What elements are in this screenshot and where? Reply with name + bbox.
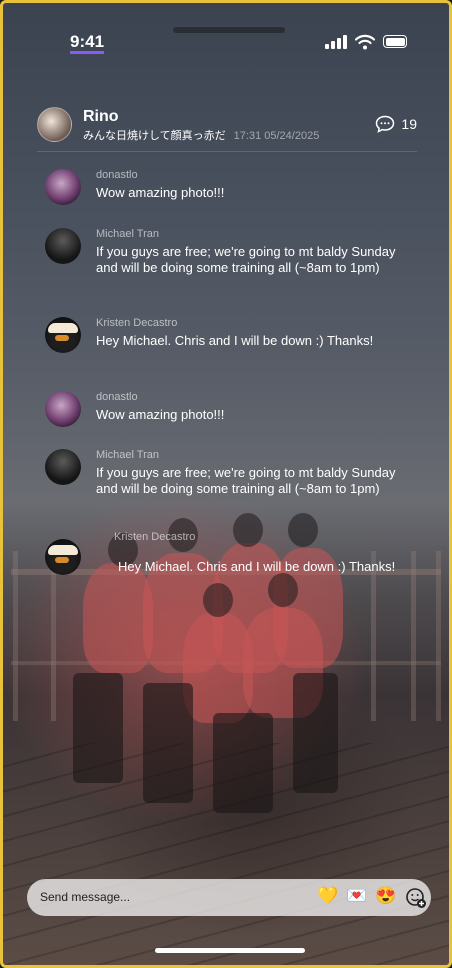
commenter-name[interactable]: Michael Tran	[96, 228, 159, 240]
comments-button[interactable]: 19	[375, 115, 417, 133]
commenter-avatar[interactable]	[45, 391, 81, 427]
heart-reaction-icon[interactable]: 💛	[317, 886, 338, 906]
comment-text: Hey Michael. Chris and I will be down :)…	[118, 559, 396, 574]
love-letter-reaction-icon[interactable]: 💌	[346, 886, 367, 906]
message-composer: Send message... 💛 💌 😍	[27, 879, 431, 916]
commenter-avatar[interactable]	[45, 449, 81, 485]
post-caption-line: みんな日焼けして顔真っ赤だ 17:31 05/24/2025	[83, 127, 319, 143]
home-indicator[interactable]	[155, 948, 305, 953]
commenter-name[interactable]: Kristen Decastro	[114, 531, 195, 543]
heart-eyes-reaction-icon[interactable]: 😍	[375, 886, 396, 906]
commenter-name[interactable]: donastlo	[96, 391, 138, 403]
comment-text: If you guys are free; we're going to mt …	[96, 465, 396, 496]
commenter-avatar[interactable]	[45, 228, 81, 264]
message-input[interactable]: Send message...	[40, 890, 130, 904]
commenter-name[interactable]: Michael Tran	[96, 449, 159, 461]
author-avatar[interactable]	[37, 107, 72, 142]
comment-text: Wow amazing photo!!!	[96, 185, 225, 200]
battery-icon	[383, 35, 407, 48]
wifi-icon	[355, 34, 375, 50]
commenter-avatar[interactable]	[45, 169, 81, 205]
commenter-avatar[interactable]	[45, 539, 81, 575]
signal-icon	[325, 35, 349, 49]
comment-text: Wow amazing photo!!!	[96, 407, 225, 422]
comment-count: 19	[401, 116, 417, 132]
post-caption: みんな日焼けして顔真っ赤だ	[83, 130, 226, 142]
author-name[interactable]: Rino	[83, 108, 119, 126]
chat-bubble-icon	[376, 115, 395, 133]
post-header: Rino みんな日焼けして顔真っ赤だ 17:31 05/24/2025 19	[37, 107, 417, 152]
comment-text: Hey Michael. Chris and I will be down :)…	[96, 333, 374, 348]
commenter-avatar[interactable]	[45, 317, 81, 353]
app-screen: 9:41 Rino みんな日焼けして顔真っ赤だ 17:31 05/24/2025 …	[0, 0, 452, 968]
status-bar: 9:41	[3, 27, 449, 57]
post-timestamp: 17:31 05/24/2025	[233, 130, 320, 142]
commenter-name[interactable]: Kristen Decastro	[96, 317, 177, 329]
status-time: 9:41	[70, 33, 105, 54]
comment-text: If you guys are free; we're going to mt …	[96, 244, 396, 275]
camera-notch	[173, 27, 285, 33]
background-photo-group	[63, 513, 363, 813]
add-emoji-icon[interactable]	[405, 887, 427, 909]
commenter-name[interactable]: donastlo	[96, 169, 138, 181]
